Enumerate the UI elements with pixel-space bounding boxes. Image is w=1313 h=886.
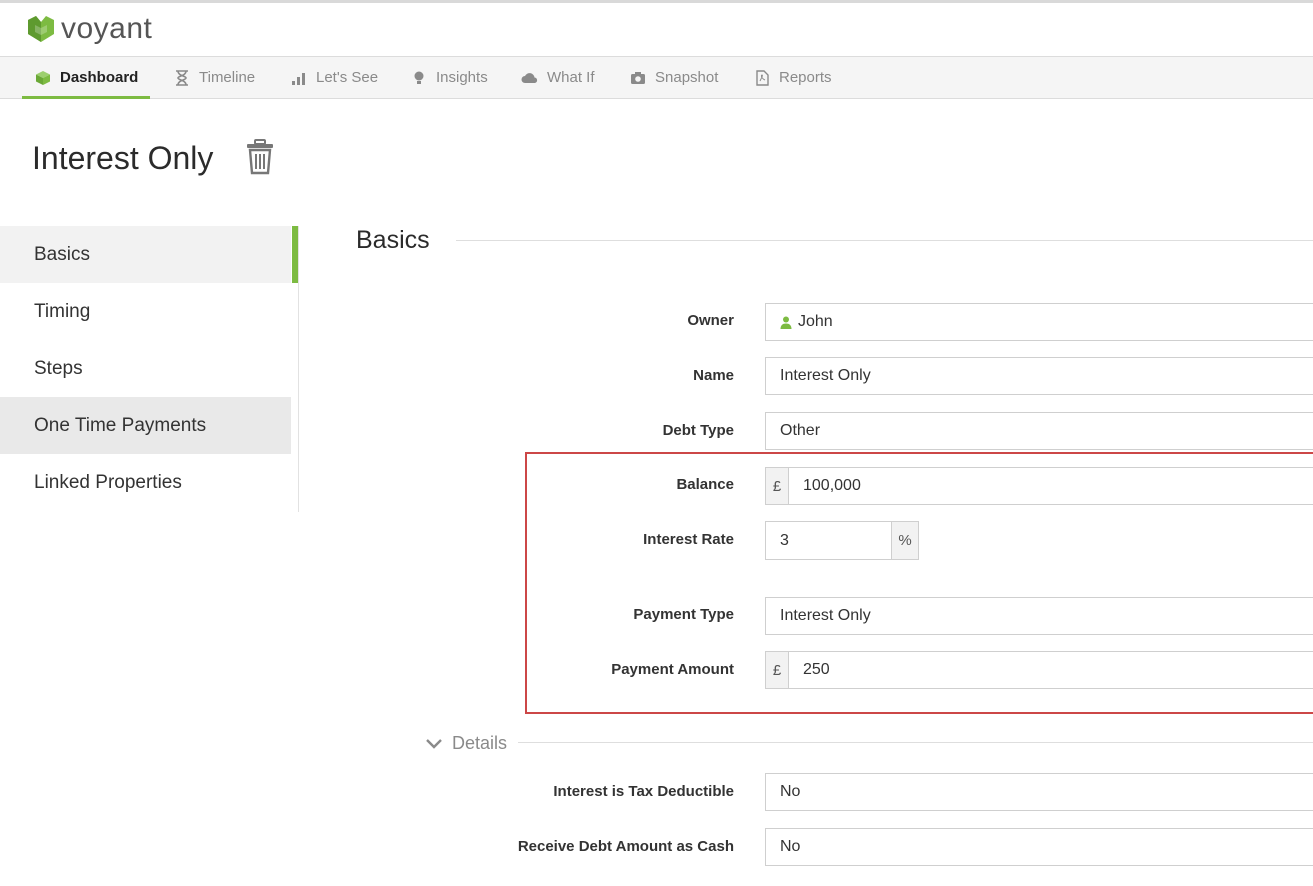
tab-snapshot[interactable]: Snapshot [629,57,718,98]
payment-amount-label: Payment Amount [611,661,734,678]
interest-rate-input[interactable]: 3 % [765,521,919,560]
tax-deductible-select[interactable]: No [765,773,1313,811]
interest-rate-label: Interest Rate [643,531,734,548]
tax-deductible-label: Interest is Tax Deductible [553,783,734,800]
tab-reports[interactable]: Reports [753,57,832,98]
tab-label: Let's See [316,69,379,86]
name-input[interactable]: Interest Only [765,357,1313,395]
name-value: Interest Only [780,367,871,384]
sidebar-item-linked-properties[interactable]: Linked Properties [0,454,291,511]
currency-addon: £ [766,468,789,504]
receive-cash-label: Receive Debt Amount as Cash [517,838,734,855]
balance-input[interactable]: £ 100,000 [765,467,1313,505]
tab-insights[interactable]: Insights [410,57,488,98]
section-divider [456,240,1313,241]
app-logo[interactable]: voyant [26,12,152,46]
percent-addon: % [891,522,918,559]
voyant-logo-icon [28,16,54,42]
tab-label: Snapshot [655,69,719,86]
tab-label: Timeline [199,69,256,86]
bar-chart-icon [290,69,308,87]
person-icon [766,316,792,329]
sidebar-item-steps[interactable]: Steps [0,340,291,397]
tax-deductible-value: No [780,783,801,800]
tab-lets-see[interactable]: Let's See [290,57,378,98]
hourglass-icon [173,69,191,87]
pdf-file-icon [753,69,771,87]
interest-rate-value: 3 [780,531,789,549]
camera-icon [629,69,647,87]
tab-what-if[interactable]: What If [521,57,595,98]
receive-cash-value: No [780,838,801,855]
tab-label: Reports [779,69,832,86]
trash-icon [247,139,273,175]
name-label: Name [693,367,734,384]
section-sidebar: Basics Timing Steps One Time Payments Li… [0,226,299,512]
payment-amount-input[interactable]: £ 250 [765,651,1313,689]
payment-amount-value: 250 [803,661,830,678]
lightbulb-icon [410,69,428,87]
sidebar-item-timing[interactable]: Timing [0,283,291,340]
balance-label: Balance [676,476,734,493]
details-title: Details [452,733,508,753]
payment-type-value: Interest Only [780,607,871,624]
currency-addon: £ [766,652,789,688]
tab-dashboard[interactable]: Dashboard [21,57,151,99]
sidebar-item-basics[interactable]: Basics [0,226,298,283]
main-nav: Dashboard Timeline Let's See Insights Wh… [0,56,1313,99]
debt-type-label: Debt Type [662,422,734,439]
receive-cash-select[interactable]: No [765,828,1313,866]
payment-type-label: Payment Type [633,606,734,623]
delete-button[interactable] [245,139,275,175]
debt-type-value: Other [780,422,821,439]
debt-type-select[interactable]: Other [765,412,1313,450]
tab-label: What If [547,69,595,86]
owner-value: John [798,313,833,330]
page-title: Interest Only [32,140,214,176]
tab-timeline[interactable]: Timeline [173,57,255,98]
tab-label: Dashboard [60,69,139,86]
payment-type-select[interactable]: Interest Only [765,597,1313,635]
owner-select[interactable]: John [765,303,1313,341]
cloud-icon [521,69,539,87]
details-toggle[interactable]: Details [426,733,507,754]
section-title: Basics [356,226,430,254]
tab-label: Insights [436,69,488,86]
sidebar-item-one-time-payments[interactable]: One Time Payments [0,397,291,454]
chevron-down-icon [426,738,442,749]
cube-icon [34,69,52,87]
owner-label: Owner [687,312,734,329]
app-name: voyant [61,12,153,45]
balance-value: 100,000 [803,477,861,494]
top-border [0,0,1313,3]
details-divider [518,742,1313,743]
